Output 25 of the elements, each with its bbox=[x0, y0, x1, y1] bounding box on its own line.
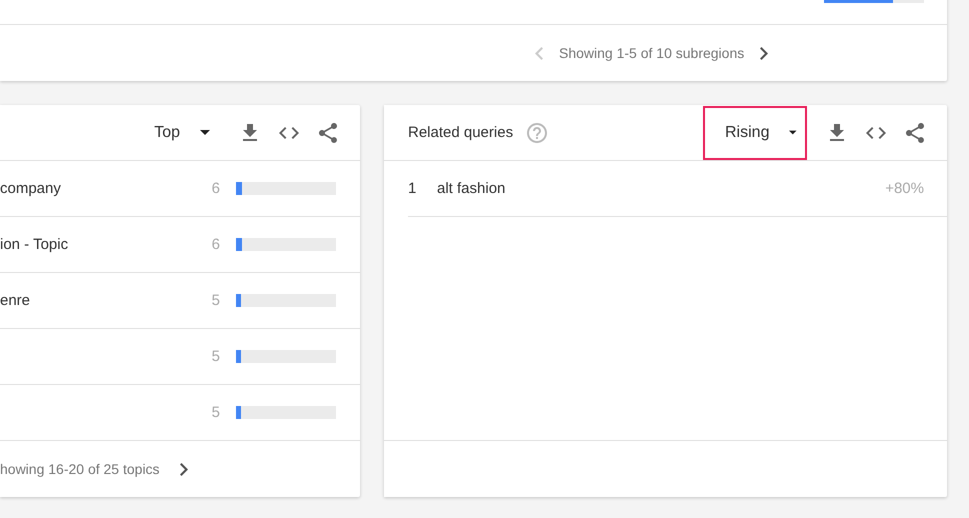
rising-percentage: +80% bbox=[885, 180, 924, 197]
dropdown-caret-icon bbox=[200, 130, 210, 135]
share-icon[interactable] bbox=[316, 120, 340, 144]
interest-value: 5 bbox=[212, 404, 220, 421]
query-name[interactable]: alt fashion bbox=[437, 180, 506, 197]
next-page-button[interactable] bbox=[180, 462, 188, 476]
share-icon[interactable] bbox=[903, 120, 927, 144]
chevron-right-icon bbox=[760, 46, 768, 60]
pagination-label: howing 16-20 of 25 topics bbox=[0, 461, 160, 477]
topic-name[interactable]: company bbox=[0, 180, 61, 197]
interest-value: 5 bbox=[212, 292, 220, 309]
card-title: Related queries bbox=[408, 124, 514, 141]
rank-number: 1 bbox=[408, 180, 418, 197]
next-page-button[interactable] bbox=[760, 46, 768, 60]
interest-value: 6 bbox=[212, 236, 220, 253]
pagination-label: Showing 1-5 of 10 subregions bbox=[559, 45, 744, 61]
chevron-right-icon bbox=[180, 462, 188, 476]
filter-dropdown[interactable]: Rising bbox=[703, 106, 807, 160]
topic-name[interactable]: ion - Topic bbox=[0, 236, 68, 253]
topic-name[interactable]: enre bbox=[0, 292, 30, 309]
filter-dropdown[interactable]: Top bbox=[130, 106, 220, 160]
interest-value: 5 bbox=[212, 348, 220, 365]
dropdown-caret-icon bbox=[789, 130, 797, 135]
interest-value: 6 bbox=[212, 180, 220, 197]
chevron-left-icon bbox=[535, 46, 543, 60]
